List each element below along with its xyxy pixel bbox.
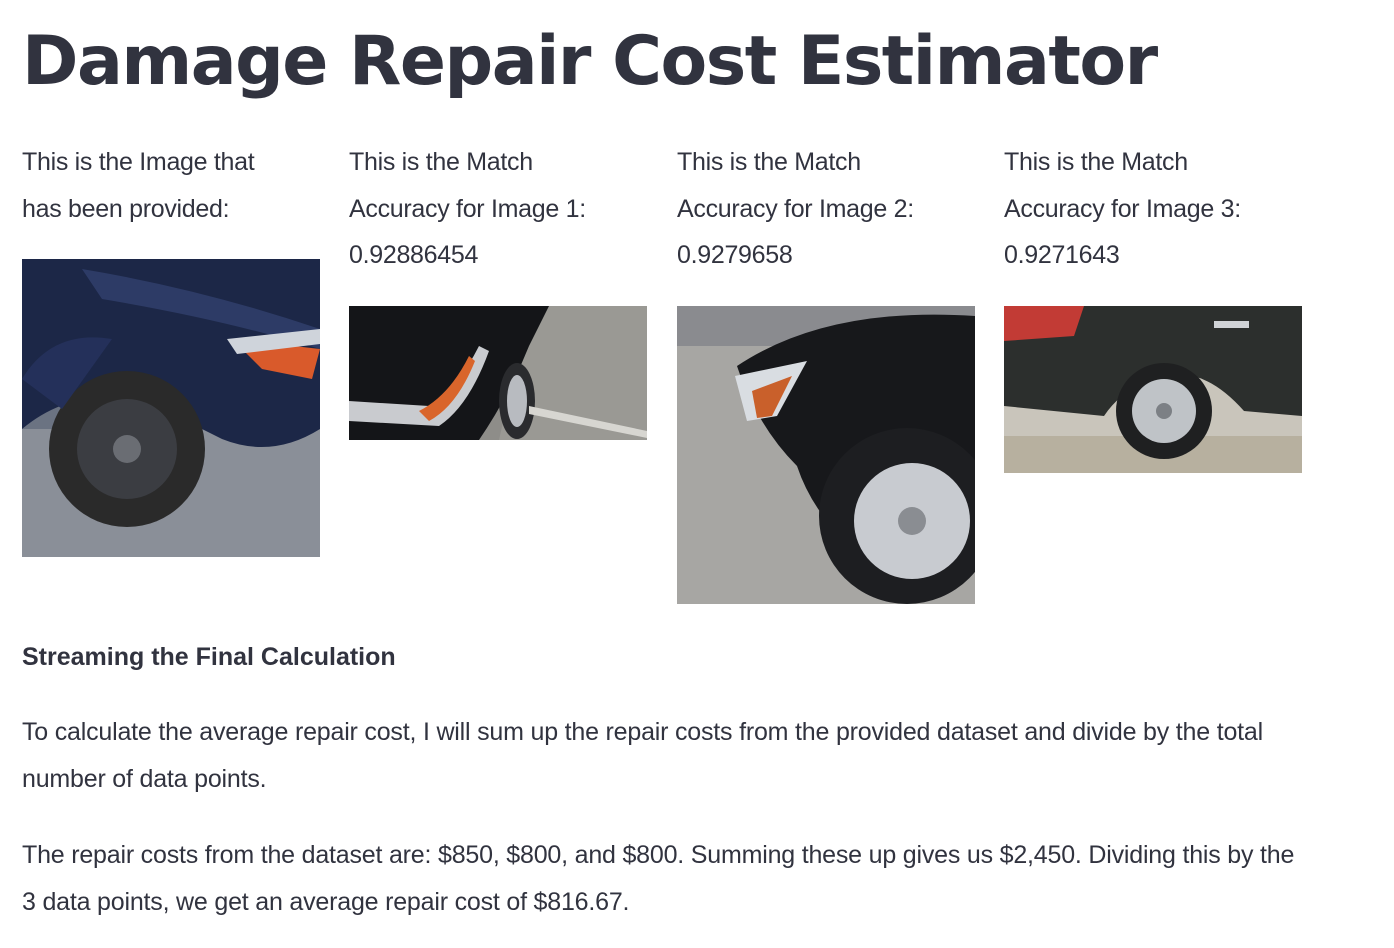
caption-line: This is the Match (1004, 148, 1188, 176)
calculation-paragraph-2: The repair costs from the dataset are: $… (22, 841, 1295, 916)
caption-line: This is the Match (677, 148, 861, 176)
match-1-caption: This is the Match Accuracy for Image 1: … (349, 139, 649, 279)
provided-image-caption: This is the Image that has been provided… (22, 139, 322, 232)
column-match-2: This is the Match Accuracy for Image 2: … (677, 139, 977, 604)
match-image-2 (677, 306, 975, 604)
match-1-accuracy: 0.92886454 (349, 241, 479, 269)
page-title: Damage Repair Cost Estimator (22, 22, 1158, 101)
caption-line: Accuracy for Image 3: (1004, 194, 1241, 223)
match-image-3 (1004, 306, 1302, 473)
match-image-1 (349, 306, 647, 440)
column-match-1: This is the Match Accuracy for Image 1: … (349, 139, 649, 440)
image-columns: This is the Image that has been provided… (22, 139, 1322, 609)
caption-line: This is the Match (349, 148, 533, 176)
column-match-3: This is the Match Accuracy for Image 3: … (1004, 139, 1304, 473)
caption-line: has been provided: (22, 194, 230, 223)
calculation-paragraph-1: To calculate the average repair cost, I … (22, 718, 1263, 793)
column-provided-image: This is the Image that has been provided… (22, 139, 322, 557)
caption-line: This is the Image that (22, 148, 255, 176)
match-2-caption: This is the Match Accuracy for Image 2: … (677, 139, 977, 279)
match-3-caption: This is the Match Accuracy for Image 3: … (1004, 139, 1304, 279)
match-2-accuracy: 0.9279658 (677, 241, 793, 269)
calculation-heading: Streaming the Final Calculation (22, 643, 396, 671)
caption-line: Accuracy for Image 2: (677, 194, 914, 223)
provided-car-damage-image (22, 259, 320, 557)
match-3-accuracy: 0.9271643 (1004, 241, 1120, 269)
caption-line: Accuracy for Image 1: (349, 194, 586, 223)
